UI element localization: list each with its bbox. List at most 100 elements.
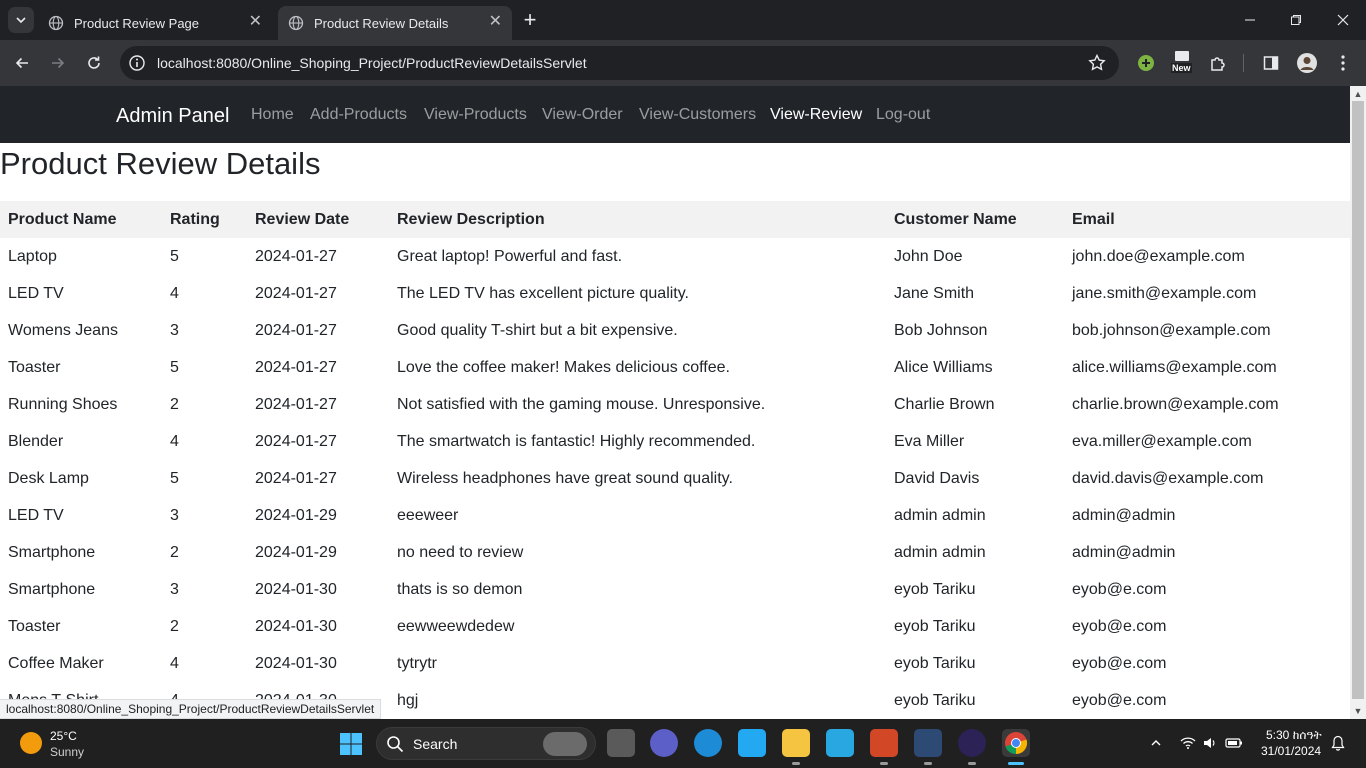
weather-description[interactable]: Sunny [50,745,84,759]
powerpoint-icon[interactable] [870,729,898,765]
table-row: Smartphone 2 2024-01-29 no need to review ad… [0,534,1350,571]
close-tab-icon[interactable]: ✕ [489,14,502,30]
globe-icon [288,15,304,31]
customer-name-cell: Charlie Brown [894,395,995,413]
table-header-row: Product Name Rating Review Date Review D… [0,201,1350,238]
nav-link-view-customers[interactable]: View-Customers [639,106,756,124]
extension-plus-icon[interactable] [1135,52,1157,74]
scroll-up-arrow-icon[interactable]: ▲ [1353,89,1363,99]
edge-browser-icon[interactable] [694,729,722,757]
chevron-down-icon [16,17,26,24]
product-name-cell: Desk Lamp [8,469,89,487]
eclipse-icon[interactable] [958,729,986,765]
email-cell: admin@admin [1072,506,1176,524]
navbar-brand[interactable]: Admin Panel [116,105,229,128]
product-name-cell: LED TV [8,284,64,302]
nav-link-view-order[interactable]: View-Order [542,106,623,124]
review-date-cell: 2024-01-29 [255,543,337,561]
search-label: Search [413,736,458,752]
profile-avatar[interactable] [1296,52,1318,74]
review-description-cell: Great laptop! Powerful and fast. [397,247,623,265]
wifi-icon[interactable] [1178,733,1198,753]
close-window-icon[interactable] [1333,10,1353,30]
product-name-cell: Smartphone [8,580,96,598]
nav-link-home[interactable]: Home [251,106,294,124]
email-cell: admin@admin [1072,543,1176,561]
table-body: Laptop 5 2024-01-27 Great laptop! Powerful … [0,238,1350,719]
customer-name-cell: admin admin [894,506,986,524]
email-cell: eyob@e.com [1072,617,1167,635]
scrollbar-thumb[interactable] [1352,101,1364,699]
review-description-cell: eewweewdedew [397,617,515,635]
browser-tab-review-page[interactable]: Product Review Page ✕ [38,6,272,40]
url-text: localhost:8080/Online_Shoping_Project/Pr… [157,55,587,71]
review-date-cell: 2024-01-27 [255,432,337,450]
rating-cell: 5 [170,469,179,487]
review-description-cell: The LED TV has excellent picture quality… [397,284,689,302]
table-row: Coffee Maker 4 2024-01-30 tytrytr eyob Tarik… [0,645,1350,682]
review-description-cell: tytrytr [397,654,437,672]
extensions-puzzle-icon[interactable] [1207,52,1229,74]
notification-bell-icon[interactable] [1328,733,1348,753]
chrome-browser-icon[interactable] [1002,729,1030,765]
review-description-cell: thats is so demon [397,580,523,598]
customer-name-cell: eyob Tariku [894,654,976,672]
review-description-cell: hgj [397,691,419,709]
new-tab-button[interactable]: + [518,8,542,32]
table-row: Smartphone 3 2024-01-30 thats is so demon ey… [0,571,1350,608]
browser-tab-review-details[interactable]: Product Review Details ✕ [278,6,512,40]
reload-icon[interactable] [82,51,106,75]
address-bar[interactable]: localhost:8080/Online_Shoping_Project/Pr… [120,46,1119,80]
review-date-cell: 2024-01-30 [255,654,337,672]
product-name-cell: Running Shoes [8,395,118,413]
scroll-down-arrow-icon[interactable]: ▼ [1353,706,1363,716]
nav-link-log-out[interactable]: Log-out [876,106,930,124]
side-panel-icon[interactable] [1260,52,1282,74]
customer-name-cell: Bob Johnson [894,321,988,339]
minimize-icon[interactable] [1240,10,1260,30]
forward-arrow-icon[interactable] [46,51,70,75]
task-view-icon[interactable] [607,729,635,757]
teams-chat-icon[interactable] [650,729,678,757]
bookmark-star-icon[interactable] [1087,53,1107,73]
clock-date[interactable]: 31/01/2024 [1261,744,1321,758]
review-description-cell: The smartwatch is fantastic! Highly reco… [397,432,756,450]
product-name-cell: Toaster [8,617,61,635]
file-explorer-icon[interactable] [782,729,810,765]
taskbar-search-box[interactable]: Search [376,727,596,760]
battery-icon[interactable] [1224,733,1244,753]
nav-link-view-review[interactable]: View-Review [770,106,862,124]
nav-link-add-products[interactable]: Add-Products [310,106,407,124]
browser-tab-bar: Product Review Page ✕ Product Review Det… [0,0,1366,40]
windows-start-icon[interactable] [339,732,363,756]
vscode-icon[interactable] [738,729,766,757]
rating-cell: 2 [170,617,179,635]
store-icon[interactable] [826,729,854,757]
restore-icon[interactable] [1286,10,1306,30]
kebab-menu-icon[interactable] [1332,52,1354,74]
rating-cell: 4 [170,654,179,672]
close-tab-icon[interactable]: ✕ [249,14,262,30]
weather-temperature[interactable]: 25°C [50,729,77,743]
email-cell: eyob@e.com [1072,654,1167,672]
sun-icon[interactable] [20,732,42,754]
table-row: LED TV 4 2024-01-27 The LED TV has excellen… [0,275,1350,312]
clock-time[interactable]: 5:30 ከሰዓት [1266,728,1322,743]
customer-name-cell: Alice Williams [894,358,993,376]
chevron-up-icon[interactable] [1146,733,1166,753]
customer-name-cell: Jane Smith [894,284,975,302]
customer-name-cell: eyob Tariku [894,691,976,709]
extension-badge: New [1171,63,1192,73]
tab-search-button[interactable] [8,7,34,33]
review-description-cell: Love the coffee maker! Makes delicious c… [397,358,730,376]
nav-link-view-products[interactable]: View-Products [424,106,527,124]
back-arrow-icon[interactable] [10,51,34,75]
extension-new-icon[interactable]: New [1171,51,1193,74]
site-info-icon[interactable] [128,54,146,72]
table-row: Blender 4 2024-01-27 The smartwatch is fant… [0,423,1350,460]
review-description-cell: Not satisfied with the gaming mouse. Unr… [397,395,766,413]
volume-icon[interactable] [1200,733,1220,753]
mysql-workbench-icon[interactable] [914,729,942,765]
page-scrollbar[interactable]: ▲ ▼ [1350,86,1366,719]
review-description-cell: Good quality T-shirt but a bit expensive… [397,321,678,339]
